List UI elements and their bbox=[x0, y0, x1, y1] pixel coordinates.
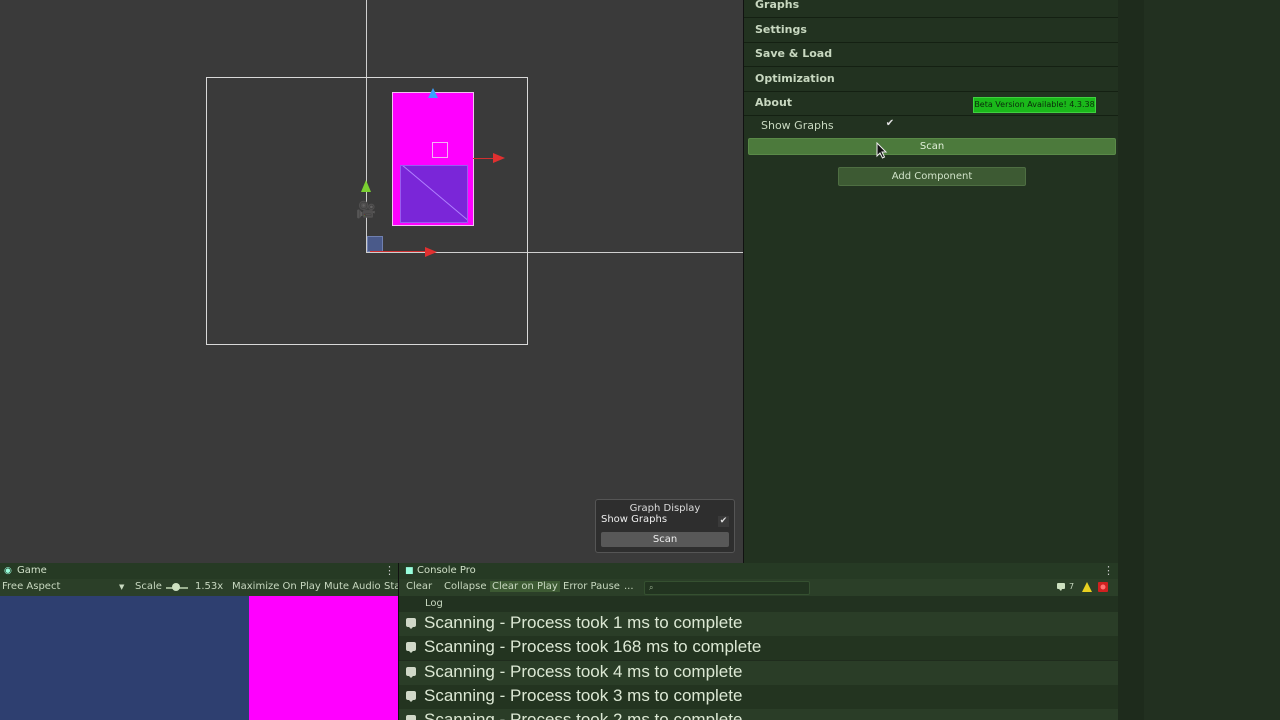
game-sprite bbox=[249, 596, 398, 720]
scale-slider-handle[interactable] bbox=[172, 583, 180, 591]
inspector-panel: Graphs Settings Save & Load Optimization… bbox=[743, 0, 1118, 563]
mute-audio-toggle[interactable]: Mute Audio bbox=[324, 581, 381, 592]
error-pause-toggle[interactable]: Error Pause bbox=[563, 581, 620, 592]
maximize-on-play-toggle[interactable]: Maximize On Play bbox=[232, 581, 321, 592]
gizmo-blue-arrow-icon[interactable] bbox=[428, 88, 438, 98]
log-message-icon bbox=[406, 667, 416, 678]
section-settings[interactable]: Settings bbox=[744, 19, 1118, 43]
aspect-dropdown-chevron-icon[interactable]: ▼ bbox=[119, 583, 124, 591]
collapse-button[interactable]: Collapse bbox=[444, 581, 487, 592]
move-plane-handle[interactable] bbox=[367, 236, 383, 252]
graph-display-overlay: Graph Display Show Graphs ✔ Scan bbox=[595, 499, 735, 553]
more-options-button[interactable]: ... bbox=[624, 581, 634, 592]
aspect-dropdown[interactable]: Free Aspect bbox=[2, 581, 60, 592]
log-message-icon bbox=[406, 618, 416, 629]
log-entry[interactable]: Scanning - Process took 4 ms to complete bbox=[399, 661, 1118, 685]
log-column-header: Log bbox=[398, 596, 1118, 612]
move-x-arrow-icon[interactable] bbox=[425, 247, 437, 257]
scan-button[interactable]: Scan bbox=[748, 138, 1116, 155]
right-empty-panel bbox=[1118, 0, 1280, 720]
clear-button[interactable]: Clear bbox=[406, 581, 432, 592]
clear-on-play-toggle[interactable]: Clear on Play bbox=[490, 581, 560, 592]
beta-version-badge[interactable]: Beta Version Available! 4.3.38 bbox=[973, 97, 1096, 113]
console-toolbar: Clear Collapse Clear on Play Error Pause… bbox=[398, 579, 1118, 596]
console-pro-tab[interactable]: ■ Console Pro ⋮ bbox=[398, 563, 1118, 579]
log-count-icon[interactable] bbox=[1056, 582, 1066, 592]
section-label: Optimization bbox=[755, 72, 835, 85]
console-search-input[interactable]: ⌕ bbox=[644, 581, 810, 595]
log-header-label: Log bbox=[425, 598, 443, 609]
console-tab-label: Console Pro bbox=[417, 565, 476, 576]
game-background bbox=[0, 596, 249, 720]
log-entry[interactable]: Scanning - Process took 168 ms to comple… bbox=[399, 636, 1118, 660]
section-save-load[interactable]: Save & Load bbox=[744, 43, 1118, 67]
overlay-show-graphs-checkbox[interactable]: ✔ bbox=[718, 516, 729, 527]
overlay-scan-button[interactable]: Scan bbox=[601, 532, 729, 547]
scale-label: Scale bbox=[135, 581, 162, 592]
mouse-cursor-icon bbox=[876, 142, 888, 159]
game-more-icon[interactable]: ⋮ bbox=[384, 564, 395, 577]
log-entry-text: Scanning - Process took 2 ms to complete bbox=[424, 710, 743, 720]
game-tab-label: Game bbox=[17, 565, 47, 576]
log-message-icon bbox=[406, 715, 416, 720]
console-more-icon[interactable]: ⋮ bbox=[1103, 564, 1114, 577]
log-entry[interactable]: Scanning - Process took 3 ms to complete bbox=[399, 685, 1118, 709]
add-component-button[interactable]: Add Component bbox=[838, 167, 1026, 186]
log-count: 7 bbox=[1069, 582, 1075, 591]
sprite-collider bbox=[400, 165, 468, 223]
scene-view[interactable]: 🎥 bbox=[0, 0, 743, 563]
log-message-icon bbox=[406, 642, 416, 653]
game-view[interactable] bbox=[0, 596, 398, 720]
section-optimization[interactable]: Optimization bbox=[744, 68, 1118, 92]
log-entry-text: Scanning - Process took 1 ms to complete bbox=[424, 613, 743, 632]
camera-icon[interactable]: 🎥 bbox=[356, 202, 376, 218]
game-tab[interactable]: ◉ Game ⋮ bbox=[0, 563, 398, 579]
section-label: About bbox=[755, 96, 793, 109]
sprite-pivot-handle[interactable] bbox=[432, 142, 448, 158]
scale-value: 1.53x bbox=[195, 581, 224, 592]
console-icon: ■ bbox=[405, 566, 414, 576]
log-entry-text: Scanning - Process took 4 ms to complete bbox=[424, 662, 743, 681]
log-entry-text: Scanning - Process took 3 ms to complete bbox=[424, 686, 743, 705]
log-entry[interactable]: Scanning - Process took 2 ms to complete bbox=[399, 709, 1118, 720]
game-toolbar: Free Aspect ▼ Scale 1.53x Maximize On Pl… bbox=[0, 579, 400, 596]
error-icon[interactable] bbox=[1098, 582, 1108, 592]
game-controller-icon: ◉ bbox=[4, 566, 12, 576]
overlay-show-graphs-label: Show Graphs bbox=[601, 514, 668, 525]
search-icon: ⌕ bbox=[649, 583, 654, 592]
section-label: Save & Load bbox=[755, 47, 833, 60]
show-graphs-checkbox[interactable]: ✔ bbox=[884, 118, 896, 130]
move-x-line bbox=[370, 251, 425, 252]
magenta-sprite[interactable] bbox=[392, 92, 474, 226]
log-message-icon bbox=[406, 691, 416, 702]
section-graphs[interactable]: Graphs bbox=[744, 0, 1118, 18]
gizmo-red-arrow-icon[interactable] bbox=[493, 153, 505, 163]
section-label: Settings bbox=[755, 23, 807, 36]
section-label: Graphs bbox=[755, 0, 800, 11]
console-log-list[interactable]: Scanning - Process took 1 ms to complete… bbox=[398, 612, 1118, 720]
warning-icon[interactable] bbox=[1082, 582, 1092, 592]
gizmo-x-line bbox=[473, 158, 493, 159]
move-y-arrow-icon[interactable] bbox=[361, 180, 371, 192]
graph-display-title: Graph Display bbox=[629, 503, 701, 514]
log-entry[interactable]: Scanning - Process took 1 ms to complete bbox=[399, 612, 1118, 636]
show-graphs-label: Show Graphs bbox=[761, 119, 834, 132]
log-entry-text: Scanning - Process took 168 ms to comple… bbox=[424, 637, 762, 656]
